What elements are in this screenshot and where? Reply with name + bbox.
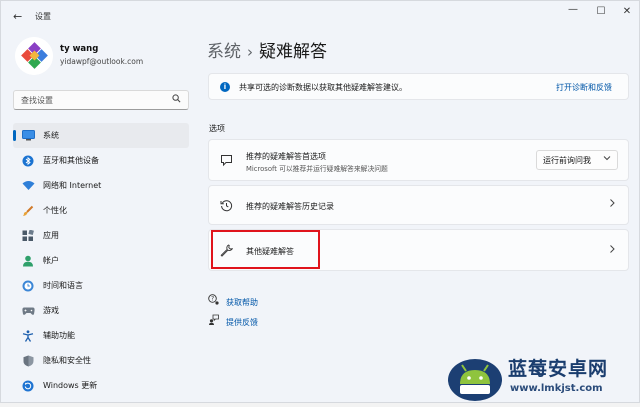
chevron-right-icon	[608, 244, 616, 257]
sidebar-item-label: 辅助功能	[43, 331, 75, 340]
back-button[interactable]: ←	[13, 10, 22, 23]
avatar[interactable]	[15, 37, 53, 75]
sidebar-item-system[interactable]: 系统	[13, 123, 189, 148]
active-indicator	[13, 130, 16, 141]
sidebar-nav: 系统 蓝牙和其他设备 网络和 Internet 个性化 应用 帐户 时间和语言 …	[13, 123, 189, 398]
watermark-logo-icon	[448, 359, 502, 401]
breadcrumb-separator: ›	[247, 43, 253, 61]
sidebar-item-label: 应用	[43, 231, 59, 240]
history-card[interactable]: 推荐的疑难解答历史记录	[208, 185, 629, 225]
search-placeholder: 查找设置	[21, 96, 53, 105]
chat-bubble-icon	[220, 154, 234, 168]
shield-icon	[21, 354, 35, 368]
sidebar-item-personalization[interactable]: 个性化	[13, 198, 189, 223]
get-help-link[interactable]: ? 获取帮助	[208, 294, 258, 308]
open-diagnostics-link[interactable]: 打开诊断和反馈	[556, 82, 612, 93]
sidebar-item-apps[interactable]: 应用	[13, 223, 189, 248]
breadcrumb-parent[interactable]: 系统	[207, 42, 241, 62]
other-troubleshooters-card[interactable]: 其他疑难解答	[208, 229, 629, 271]
sidebar-item-network[interactable]: 网络和 Internet	[13, 173, 189, 198]
search-icon	[172, 94, 181, 106]
sidebar-item-windows-update[interactable]: Windows 更新	[13, 373, 189, 398]
sidebar-item-accessibility[interactable]: 辅助功能	[13, 323, 189, 348]
sidebar-item-label: 隐私和安全性	[43, 356, 91, 365]
watermark-url: www.lmkjst.com	[510, 383, 603, 394]
update-icon	[21, 379, 35, 393]
info-icon: i	[220, 82, 230, 92]
sidebar-item-privacy[interactable]: 隐私和安全性	[13, 348, 189, 373]
card-title: 其他疑难解答	[246, 247, 294, 256]
accessibility-icon	[21, 329, 35, 343]
feedback-icon	[208, 314, 220, 328]
card-subtitle: Microsoft 可以推荐并运行疑难解答来解决问题	[246, 165, 388, 173]
gamepad-icon	[21, 304, 35, 318]
get-help-label: 获取帮助	[226, 298, 258, 307]
brush-icon	[21, 204, 35, 218]
sidebar-item-gaming[interactable]: 游戏	[13, 298, 189, 323]
avatar-logo-icon	[15, 37, 53, 75]
monitor-icon	[21, 129, 35, 143]
chevron-down-icon	[603, 154, 611, 164]
sidebar-item-bluetooth[interactable]: 蓝牙和其他设备	[13, 148, 189, 173]
watermark: 蓝莓安卓网 www.lmkjst.com	[446, 350, 636, 405]
user-name: ty wang	[60, 44, 99, 54]
card-title: 推荐的疑难解答首选项	[246, 152, 326, 161]
history-icon	[220, 199, 234, 213]
close-button[interactable]: ✕	[619, 6, 635, 17]
sidebar-item-label: Windows 更新	[43, 381, 98, 390]
sidebar-item-time-language[interactable]: 时间和语言	[13, 273, 189, 298]
search-input[interactable]: 查找设置	[13, 90, 189, 110]
wrench-icon	[220, 244, 234, 258]
bluetooth-icon	[21, 154, 35, 168]
wifi-icon	[21, 179, 35, 193]
person-icon	[21, 254, 35, 268]
sidebar-item-accounts[interactable]: 帐户	[13, 248, 189, 273]
title-bar: ← 设置 — ☐ ✕	[1, 1, 639, 31]
give-feedback-label: 提供反馈	[226, 318, 258, 327]
sidebar-item-label: 网络和 Internet	[43, 181, 102, 190]
sidebar-item-label: 游戏	[43, 306, 59, 315]
settings-window: ← 设置 — ☐ ✕ ty wang yidawpf@outlook.com 查…	[0, 0, 640, 403]
globe-clock-icon	[21, 279, 35, 293]
app-title: 设置	[35, 12, 51, 21]
breadcrumb: 系统 › 疑难解答	[207, 37, 327, 62]
info-banner: i 共享可选的诊断数据以获取其他疑难解答建议。 打开诊断和反馈	[208, 73, 629, 100]
info-banner-text: 共享可选的诊断数据以获取其他疑难解答建议。	[239, 83, 407, 92]
help-icon: ?	[208, 294, 220, 308]
user-email: yidawpf@outlook.com	[60, 57, 144, 66]
card-title: 推荐的疑难解答历史记录	[246, 202, 334, 211]
recommended-prefs-card[interactable]: 推荐的疑难解答首选项 Microsoft 可以推荐并运行疑难解答来解决问题 运行…	[208, 139, 629, 181]
sidebar-item-label: 蓝牙和其他设备	[43, 156, 99, 165]
minimize-button[interactable]: —	[565, 4, 581, 15]
dropdown-value: 运行前询问我	[543, 156, 591, 165]
give-feedback-link[interactable]: 提供反馈	[208, 314, 258, 328]
maximize-button[interactable]: ☐	[593, 6, 609, 17]
sidebar-item-label: 帐户	[43, 256, 59, 265]
sidebar-item-label: 时间和语言	[43, 281, 83, 290]
sidebar-item-label: 个性化	[43, 206, 67, 215]
troubleshoot-pref-dropdown[interactable]: 运行前询问我	[536, 150, 618, 170]
sidebar-item-label: 系统	[43, 131, 59, 140]
apps-icon	[21, 229, 35, 243]
section-title: 选项	[209, 124, 225, 133]
svg-text:?: ?	[211, 296, 214, 303]
page-title: 疑难解答	[259, 42, 327, 62]
watermark-title: 蓝莓安卓网	[508, 358, 609, 380]
chevron-right-icon	[608, 198, 616, 211]
